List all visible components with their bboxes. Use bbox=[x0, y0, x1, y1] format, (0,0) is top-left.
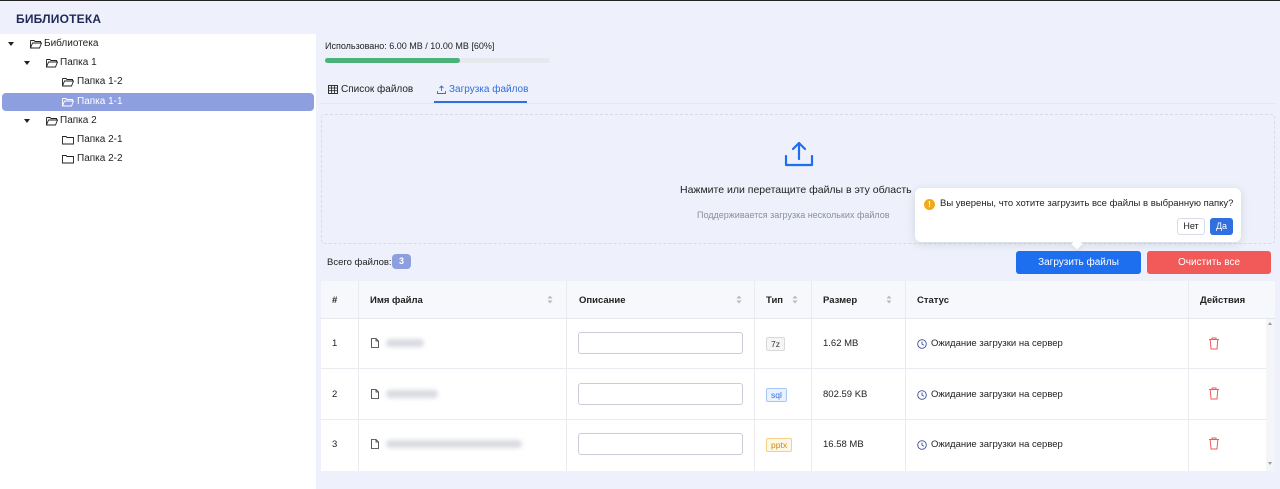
table-scrollbar[interactable] bbox=[1266, 319, 1275, 471]
folder-icon bbox=[62, 155, 74, 164]
sort-icon[interactable] bbox=[792, 295, 798, 304]
upload-status: Ожидание загрузки на сервер bbox=[931, 338, 1063, 349]
column-header-name[interactable]: Имя файла bbox=[370, 281, 423, 319]
folder-open-icon bbox=[62, 78, 74, 87]
dropzone-title: Нажмите или перетащите файлы в эту облас… bbox=[680, 184, 912, 196]
row-number: 3 bbox=[332, 439, 338, 450]
description-input[interactable] bbox=[578, 332, 743, 354]
upload-files-button[interactable]: Загрузить файлы bbox=[1016, 251, 1141, 274]
column-divider bbox=[566, 281, 567, 471]
folder-open-icon bbox=[62, 98, 74, 107]
clear-all-button[interactable]: Очистить все bbox=[1147, 251, 1271, 274]
scroll-down-icon[interactable] bbox=[1268, 462, 1272, 465]
column-header-status: Статус bbox=[917, 294, 950, 306]
dropzone-hint: Поддерживается загрузка нескольких файло… bbox=[697, 210, 890, 220]
table-header bbox=[321, 281, 1275, 319]
clock-icon bbox=[917, 339, 927, 349]
active-tab-indicator bbox=[434, 101, 527, 103]
description-input[interactable] bbox=[578, 433, 743, 455]
sort-icon[interactable] bbox=[736, 295, 742, 304]
app-title: БИБЛИОТЕКА bbox=[16, 12, 102, 26]
file-name-redacted bbox=[386, 440, 522, 448]
caret-down-icon[interactable] bbox=[8, 42, 14, 46]
upload-status: Ожидание загрузки на сервер bbox=[931, 439, 1063, 450]
tree-node-library[interactable]: Библиотека bbox=[2, 35, 314, 53]
tree-node-folder-1[interactable]: Папка 1 bbox=[2, 54, 314, 72]
tree-node-folder-2[interactable]: Папка 2 bbox=[2, 112, 314, 130]
tree-label: Библиотека bbox=[44, 38, 99, 49]
folder-icon bbox=[62, 136, 74, 145]
file-name-redacted bbox=[386, 390, 438, 398]
file-icon bbox=[371, 389, 379, 399]
popover-message: Вы уверены, что хотите загрузить все фай… bbox=[940, 198, 1234, 209]
folder-open-icon bbox=[30, 40, 42, 49]
upload-icon bbox=[784, 141, 814, 167]
description-input[interactable] bbox=[578, 383, 743, 405]
storage-progress-fill bbox=[325, 58, 460, 63]
sort-icon[interactable] bbox=[547, 295, 553, 304]
column-header-size[interactable]: Размер bbox=[823, 281, 857, 319]
column-divider bbox=[358, 281, 359, 471]
clock-icon bbox=[917, 390, 927, 400]
column-header-actions: Действия bbox=[1200, 294, 1246, 306]
file-type-tag: pptx bbox=[766, 438, 793, 452]
scroll-up-icon[interactable] bbox=[1268, 322, 1272, 325]
tab-label: Список файлов bbox=[341, 83, 414, 95]
tree-label: Папка 2 bbox=[60, 115, 97, 126]
clock-icon bbox=[917, 440, 927, 450]
file-type-tag: sql bbox=[766, 388, 787, 402]
column-header-number: # bbox=[332, 294, 338, 306]
trash-icon[interactable] bbox=[1208, 387, 1220, 400]
column-header-type[interactable]: Тип bbox=[766, 281, 783, 319]
trash-icon[interactable] bbox=[1208, 337, 1220, 350]
upload-status: Ожидание загрузки на сервер bbox=[931, 389, 1063, 400]
row-divider bbox=[321, 368, 1266, 369]
storage-progress-bar bbox=[325, 58, 550, 63]
file-icon bbox=[371, 439, 379, 449]
sort-icon[interactable] bbox=[886, 295, 892, 304]
upload-small-icon bbox=[437, 84, 446, 94]
warning-icon: ! bbox=[924, 199, 935, 210]
column-header-description[interactable]: Описание bbox=[579, 281, 626, 319]
table-icon bbox=[328, 84, 338, 94]
folder-open-icon bbox=[46, 117, 58, 126]
row-divider bbox=[321, 419, 1266, 420]
file-type-tag: 7z bbox=[766, 337, 785, 351]
file-name-redacted bbox=[386, 339, 424, 347]
trash-icon[interactable] bbox=[1208, 437, 1220, 450]
tree-label: Папка 1 bbox=[60, 57, 97, 68]
tree-label: Папка 2-2 bbox=[77, 153, 123, 164]
file-icon bbox=[371, 338, 379, 348]
total-files-badge: 3 bbox=[392, 254, 411, 269]
confirm-yes-button[interactable]: Да bbox=[1210, 218, 1233, 235]
column-divider bbox=[1188, 281, 1189, 471]
row-number: 1 bbox=[332, 338, 338, 349]
total-files-label: Всего файлов: bbox=[327, 257, 392, 268]
folder-open-icon bbox=[46, 59, 58, 68]
confirm-no-button[interactable]: Нет bbox=[1177, 218, 1205, 235]
tree-node-folder-1-2[interactable]: Папка 1-2 bbox=[2, 73, 314, 91]
tree-node-folder-2-1[interactable]: Папка 2-1 bbox=[2, 131, 314, 149]
tree-label: Папка 1-1 bbox=[77, 96, 123, 107]
column-divider bbox=[811, 281, 812, 471]
tree-node-folder-2-2[interactable]: Папка 2-2 bbox=[2, 150, 314, 168]
file-size: 1.62 MB bbox=[823, 338, 859, 349]
tab-file-list[interactable]: Список файлов bbox=[328, 74, 413, 104]
file-size: 802.59 KB bbox=[823, 389, 868, 400]
tree-label: Папка 2-1 bbox=[77, 134, 123, 145]
caret-down-icon[interactable] bbox=[24, 61, 30, 65]
row-number: 2 bbox=[332, 389, 338, 400]
column-divider bbox=[905, 281, 906, 471]
tree-node-folder-1-1[interactable]: Папка 1-1 bbox=[2, 93, 314, 111]
tree-label: Папка 1-2 bbox=[77, 76, 123, 87]
file-size: 16.58 MB bbox=[823, 439, 864, 450]
tab-label: Загрузка файлов bbox=[449, 83, 529, 95]
column-divider bbox=[754, 281, 755, 471]
caret-down-icon[interactable] bbox=[24, 119, 30, 123]
window-top-border bbox=[0, 0, 1280, 1]
storage-usage-text: Использовано: 6.00 MB / 10.00 MB [60%] bbox=[325, 41, 495, 51]
tab-file-upload[interactable]: Загрузка файлов bbox=[437, 74, 528, 104]
